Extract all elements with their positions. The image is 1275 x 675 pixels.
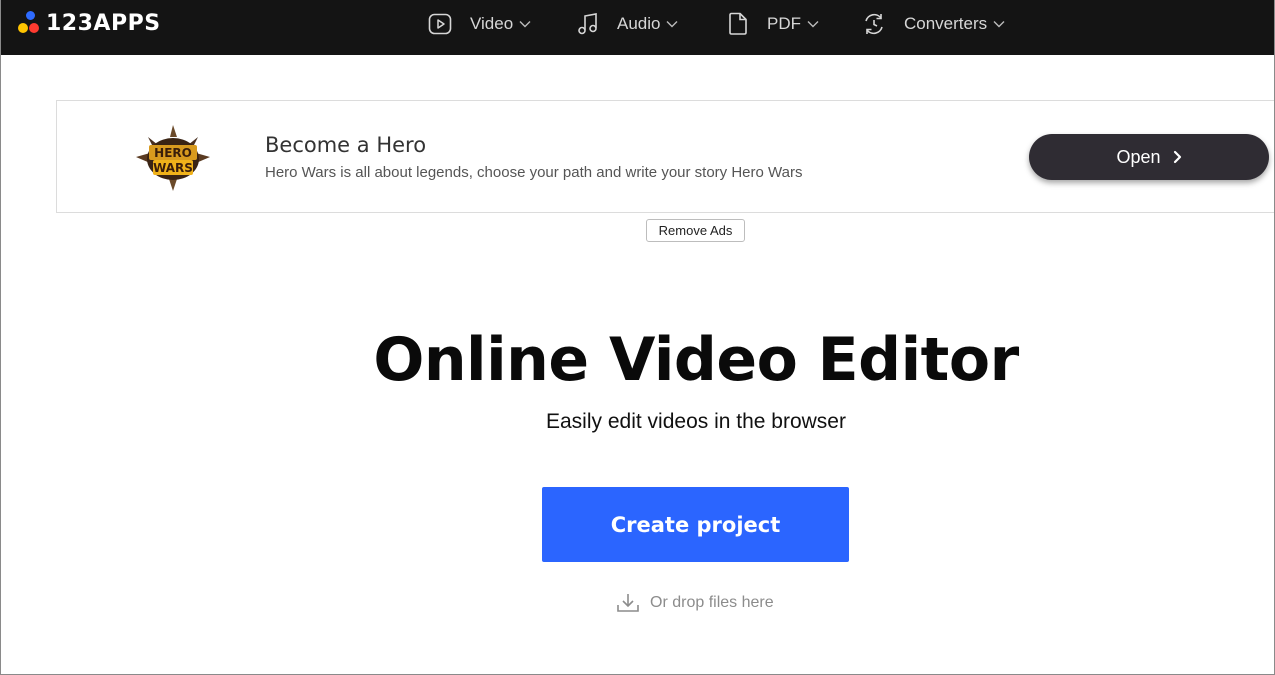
ad-description: Hero Wars is all about legends, choose y… — [265, 164, 803, 181]
ad-banner[interactable]: HERO WARS Become a Hero Hero Wars is all… — [56, 100, 1274, 213]
chevron-down-icon — [993, 20, 1005, 27]
nav-audio[interactable]: Audio — [577, 0, 678, 47]
logo-text: 123APPS — [46, 10, 161, 36]
page: 123APPS Video Audio PDF Converters HERO … — [0, 0, 1275, 675]
hero-wars-logo: HERO WARS — [136, 125, 210, 191]
drop-files-area[interactable]: Or drop files here — [616, 590, 774, 616]
chevron-down-icon — [519, 20, 531, 27]
top-navbar: 123APPS Video Audio PDF Converters — [1, 0, 1274, 55]
refresh-icon — [865, 13, 883, 34]
ad-open-button[interactable]: Open — [1029, 134, 1269, 180]
chevron-right-icon — [1173, 150, 1181, 164]
logo-dots-icon — [16, 10, 42, 36]
drop-files-label: Or drop files here — [650, 594, 774, 611]
chevron-down-icon — [666, 20, 678, 27]
page-subtitle: Easily edit videos in the browser — [546, 410, 846, 433]
nav-pdf-label: PDF — [767, 13, 801, 33]
create-project-button[interactable]: Create project — [542, 487, 849, 562]
logo[interactable]: 123APPS — [16, 9, 161, 37]
play-circle-icon — [428, 13, 452, 34]
nav-converters-label: Converters — [904, 13, 988, 33]
nav-pdf[interactable]: PDF — [727, 0, 819, 47]
ad-logo-line2: WARS — [153, 161, 193, 175]
nav-audio-label: Audio — [617, 13, 661, 33]
chevron-down-icon — [807, 20, 819, 27]
document-icon — [729, 12, 747, 35]
music-note-icon — [578, 12, 597, 34]
download-icon — [617, 594, 639, 612]
ad-title[interactable]: Become a Hero — [265, 133, 426, 157]
nav-video-label: Video — [470, 13, 514, 33]
remove-ads-button[interactable]: Remove Ads — [646, 219, 745, 242]
page-title: Online Video Editor — [373, 325, 1019, 395]
nav-converters[interactable]: Converters — [862, 0, 1005, 47]
nav-video[interactable]: Video — [428, 0, 531, 47]
ad-open-label: Open — [1116, 146, 1161, 167]
ad-logo-line1: HERO — [154, 146, 192, 160]
